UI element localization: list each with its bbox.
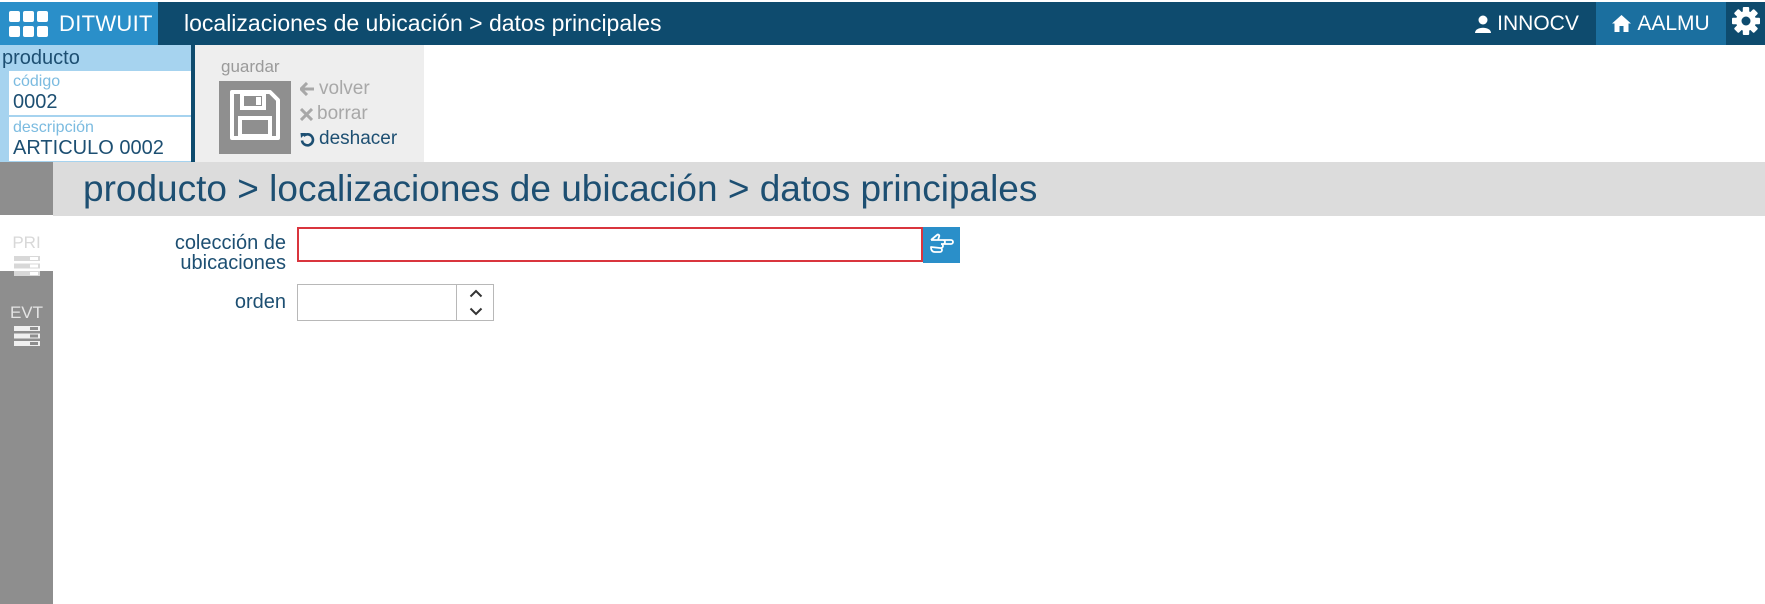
rail-item-label: PRI — [12, 233, 41, 252]
order-label: orden — [234, 291, 286, 313]
delete-button[interactable]: borrar — [300, 103, 368, 125]
context-field-description: descripción ARTICULO 0002 — [9, 117, 191, 161]
order-spinner — [456, 285, 494, 320]
code-value: 0002 — [13, 91, 58, 113]
context-heading: producto — [2, 47, 80, 69]
page-header: producto > localizaciones de ubicación >… — [53, 162, 1765, 216]
collection-label-line1: colección de — [174, 232, 286, 254]
rail-item-label: EVT — [9, 303, 44, 322]
rail-item-evt[interactable]: EVT — [0, 303, 53, 347]
undo-button[interactable]: deshacer — [300, 128, 397, 150]
gear-icon — [1731, 6, 1761, 41]
chevron-up-icon — [469, 285, 483, 303]
collection-label-line2: ubicaciones — [180, 252, 286, 274]
brand-name: DITWUIT — [59, 10, 153, 36]
user-icon — [1475, 15, 1492, 33]
pointing-hand-icon — [929, 232, 955, 259]
save-button[interactable] — [219, 81, 291, 154]
close-icon — [300, 107, 313, 121]
left-rail — [0, 162, 53, 604]
order-input[interactable] — [298, 285, 456, 320]
user-button[interactable]: INNOCV — [1458, 2, 1596, 45]
description-label: descripción — [13, 119, 94, 136]
actions-panel: guardar volver borrar deshacer — [195, 45, 424, 162]
description-value: ARTICULO 0002 — [13, 137, 164, 159]
home-label: AALMU — [1637, 11, 1710, 35]
chevron-down-icon — [469, 303, 483, 321]
collection-label: colección de ubicaciones — [140, 233, 286, 273]
list-icon — [0, 255, 53, 277]
apps-grid-icon — [9, 10, 48, 38]
window-title: localizaciones de ubicación > datos prin… — [184, 10, 662, 36]
list-icon — [0, 325, 53, 347]
undo-label: deshacer — [319, 128, 398, 149]
home-button[interactable]: AALMU — [1596, 2, 1726, 45]
settings-button[interactable] — [1726, 2, 1765, 45]
increment-button[interactable] — [457, 285, 494, 303]
delete-label: borrar — [317, 103, 368, 124]
home-icon — [1612, 15, 1632, 32]
undo-icon — [300, 132, 315, 147]
user-name: INNOCV — [1497, 11, 1579, 35]
page-title: producto > localizaciones de ubicación >… — [83, 168, 1038, 209]
collection-input[interactable] — [297, 227, 923, 262]
back-label: volver — [319, 78, 370, 99]
code-label: código — [13, 73, 61, 90]
arrow-left-icon — [300, 82, 315, 96]
context-panel: producto código 0002 descripción ARTICUL… — [0, 45, 191, 162]
pick-collection-button[interactable] — [923, 227, 960, 263]
rail-item-pri[interactable]: PRI — [0, 233, 53, 277]
brand-button[interactable]: DITWUIT — [0, 2, 158, 45]
back-button[interactable]: volver — [300, 78, 370, 100]
save-label: guardar — [221, 57, 280, 76]
context-field-code: código 0002 — [9, 71, 191, 115]
order-stepper — [297, 284, 494, 321]
floppy-disk-icon — [228, 88, 282, 147]
decrement-button[interactable] — [457, 303, 494, 321]
top-bar: DITWUIT localizaciones de ubicación > da… — [0, 2, 1765, 45]
